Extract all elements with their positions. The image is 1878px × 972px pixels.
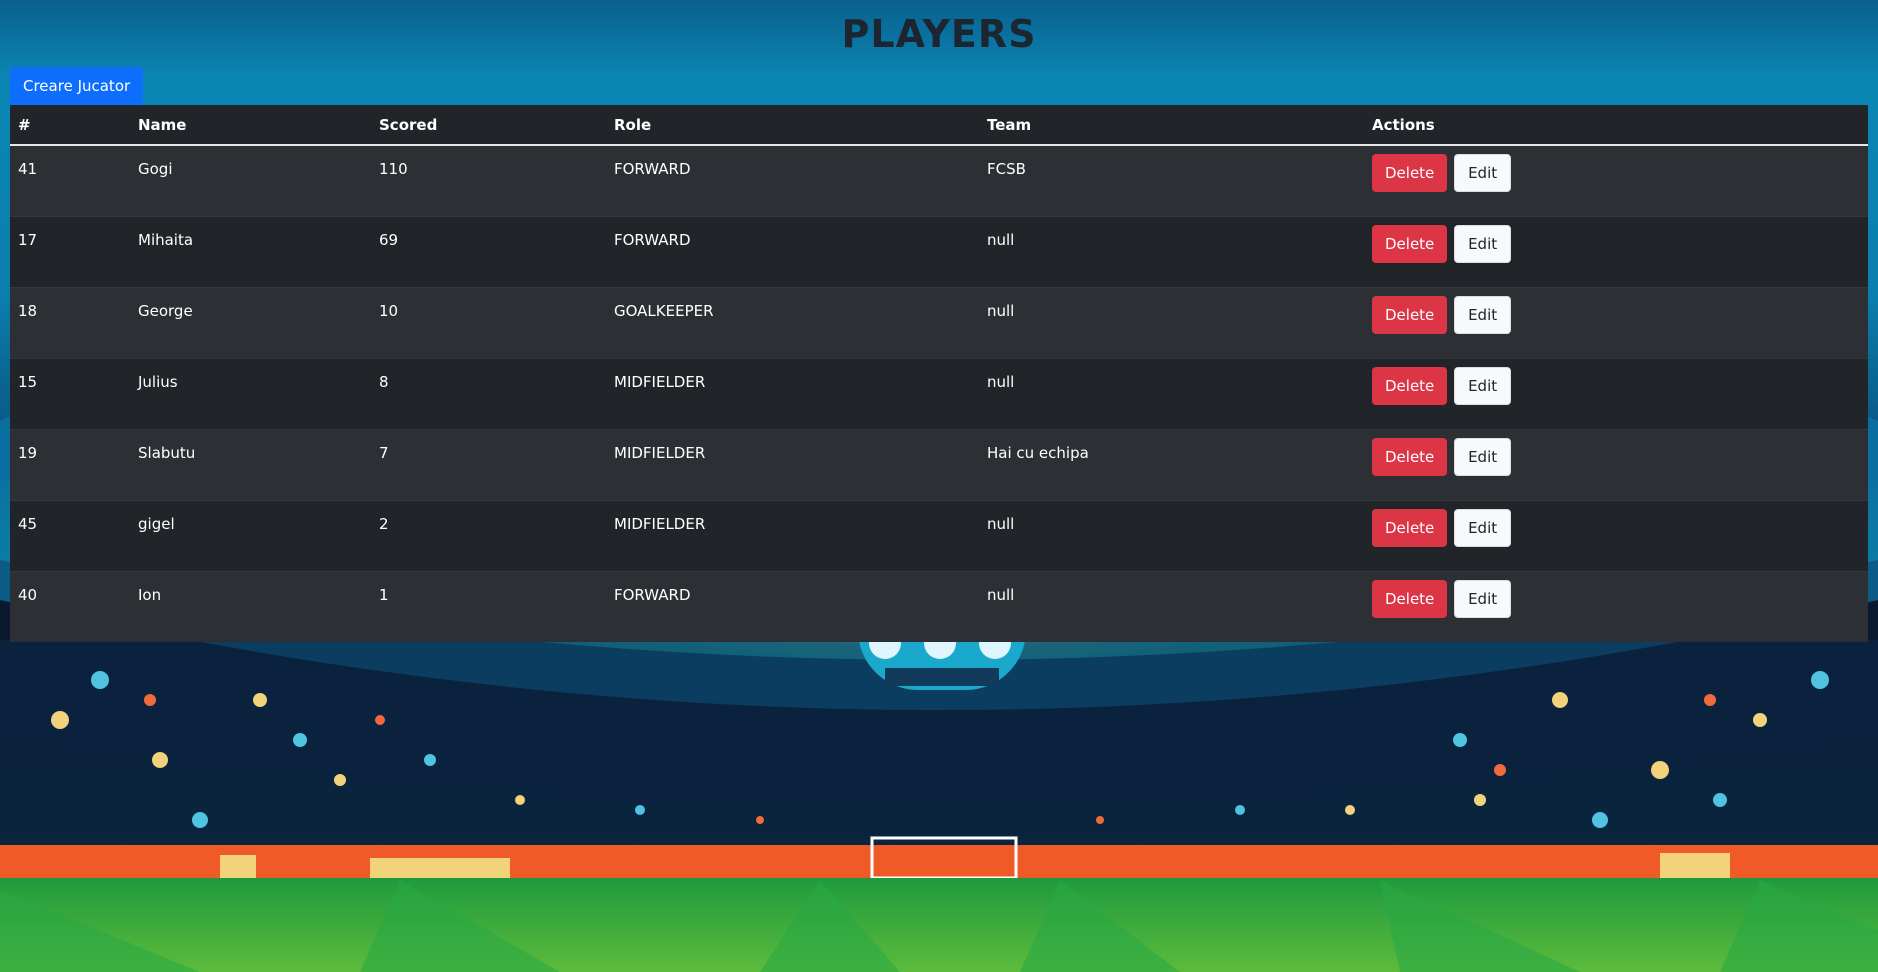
delete-button[interactable]: Delete [1372, 580, 1448, 618]
cell-actions: Delete Edit [1364, 287, 1868, 359]
cell-name: Mihaita [130, 216, 371, 288]
cell-actions: Delete Edit [1364, 216, 1868, 288]
table-row: 40 Ion 1 FORWARD null Delete Edit [10, 571, 1868, 642]
cell-scored: 8 [371, 358, 606, 430]
cell-role: FORWARD [606, 144, 979, 217]
table-row: 41 Gogi 110 FORWARD FCSB Delete Edit [10, 144, 1868, 217]
cell-actions: Delete Edit [1364, 429, 1868, 501]
cell-scored: 69 [371, 216, 606, 288]
cell-role: GOALKEEPER [606, 287, 979, 359]
cell-id: 40 [10, 571, 130, 642]
edit-button[interactable]: Edit [1454, 367, 1512, 405]
delete-button[interactable]: Delete [1372, 509, 1448, 547]
column-header-name: Name [130, 105, 371, 146]
column-header-scored: Scored [371, 105, 606, 146]
cell-actions: Delete Edit [1364, 571, 1868, 642]
column-header-team: Team [979, 105, 1364, 146]
edit-button[interactable]: Edit [1454, 225, 1512, 263]
cell-role: MIDFIELDER [606, 500, 979, 572]
table-row: 17 Mihaita 69 FORWARD null Delete Edit [10, 216, 1868, 288]
cell-team: null [979, 216, 1364, 288]
delete-button[interactable]: Delete [1372, 367, 1448, 405]
cell-id: 19 [10, 429, 130, 501]
column-header-actions: Actions [1364, 105, 1868, 146]
delete-button[interactable]: Delete [1372, 154, 1448, 192]
cell-actions: Delete Edit [1364, 144, 1868, 217]
cell-role: FORWARD [606, 216, 979, 288]
cell-team: null [979, 287, 1364, 359]
cell-team: null [979, 571, 1364, 642]
cell-name: Ion [130, 571, 371, 642]
edit-button[interactable]: Edit [1454, 154, 1512, 192]
page-title: PLAYERS [841, 12, 1037, 56]
cell-id: 18 [10, 287, 130, 359]
cell-scored: 2 [371, 500, 606, 572]
cell-name: Julius [130, 358, 371, 430]
edit-button[interactable]: Edit [1454, 296, 1512, 334]
column-header-role: Role [606, 105, 979, 146]
cell-id: 45 [10, 500, 130, 572]
create-player-button[interactable]: Creare Jucator [10, 67, 144, 105]
cell-role: FORWARD [606, 571, 979, 642]
edit-button[interactable]: Edit [1454, 580, 1512, 618]
cell-scored: 7 [371, 429, 606, 501]
delete-button[interactable]: Delete [1372, 438, 1448, 476]
cell-name: George [130, 287, 371, 359]
cell-actions: Delete Edit [1364, 500, 1868, 572]
cell-id: 41 [10, 144, 130, 217]
cell-name: gigel [130, 500, 371, 572]
players-table: # Name Scored Role Team Actions 41 Gogi … [10, 105, 1868, 642]
cell-scored: 1 [371, 571, 606, 642]
column-header-id: # [10, 105, 130, 146]
cell-name: Slabutu [130, 429, 371, 501]
delete-button[interactable]: Delete [1372, 296, 1448, 334]
table-row: 19 Slabutu 7 MIDFIELDER Hai cu echipa De… [10, 429, 1868, 501]
cell-name: Gogi [130, 144, 371, 217]
delete-button[interactable]: Delete [1372, 225, 1448, 263]
cell-role: MIDFIELDER [606, 429, 979, 501]
edit-button[interactable]: Edit [1454, 438, 1512, 476]
cell-team: FCSB [979, 144, 1364, 217]
cell-id: 17 [10, 216, 130, 288]
cell-team: null [979, 358, 1364, 430]
cell-team: null [979, 500, 1364, 572]
table-row: 15 Julius 8 MIDFIELDER null Delete Edit [10, 358, 1868, 430]
cell-id: 15 [10, 358, 130, 430]
edit-button[interactable]: Edit [1454, 509, 1512, 547]
cell-team: Hai cu echipa [979, 429, 1364, 501]
table-row: 18 George 10 GOALKEEPER null Delete Edit [10, 287, 1868, 359]
cell-scored: 10 [371, 287, 606, 359]
cell-role: MIDFIELDER [606, 358, 979, 430]
cell-scored: 110 [371, 144, 606, 217]
table-header-row: # Name Scored Role Team Actions [10, 105, 1868, 146]
table-row: 45 gigel 2 MIDFIELDER null Delete Edit [10, 500, 1868, 572]
cell-actions: Delete Edit [1364, 358, 1868, 430]
